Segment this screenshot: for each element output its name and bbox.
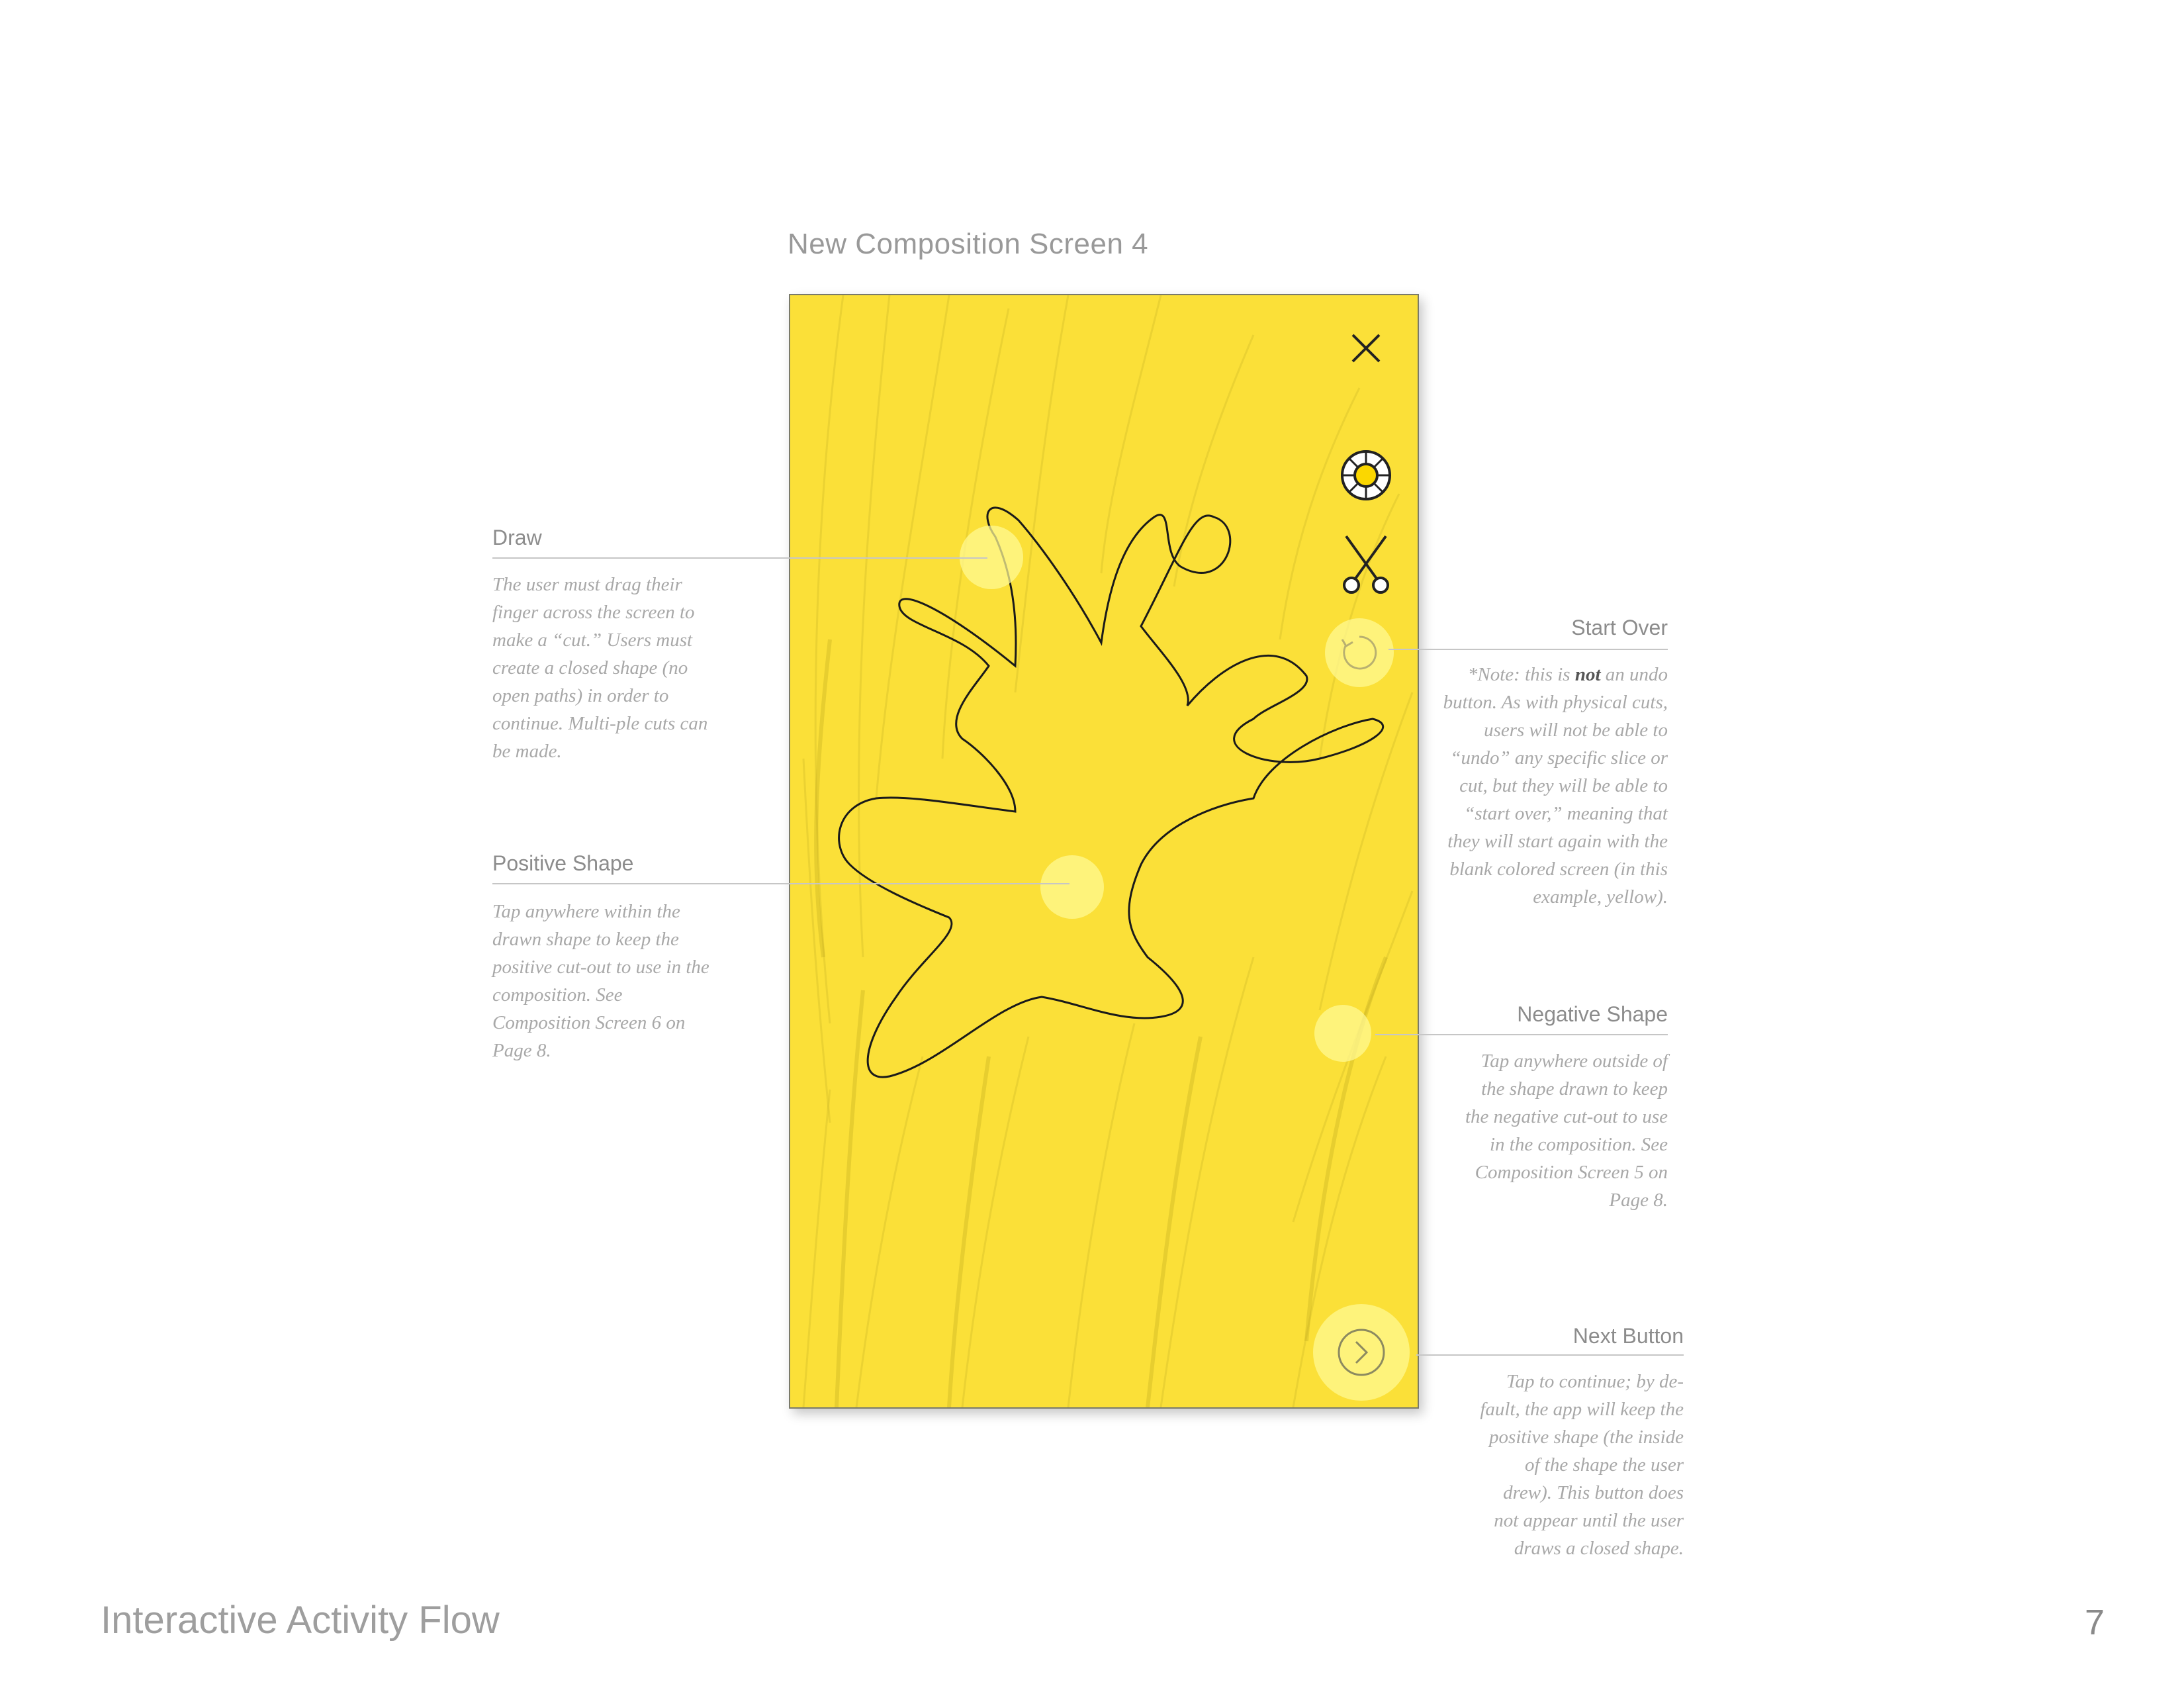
positive-shape-description: Tap anywhere within the drawn shape to k… — [492, 901, 709, 1061]
color-wheel-icon[interactable] — [1338, 447, 1394, 503]
next-button-heading: Next Button — [1572, 1324, 1684, 1348]
screen-title: New Composition Screen 4 — [788, 228, 1149, 260]
start-over-callout-line — [1388, 649, 1668, 650]
next-button-callout-line — [1416, 1354, 1684, 1356]
draw-heading: Draw — [492, 526, 542, 549]
positive-shape-callout-line — [492, 883, 1069, 884]
draw-description: The user must drag their finger across t… — [492, 574, 708, 762]
start-over-heading: Start Over — [1571, 616, 1668, 639]
phone-screen[interactable] — [789, 294, 1419, 1409]
draw-callout-line — [492, 557, 987, 559]
drawn-shape-outline[interactable] — [790, 295, 1418, 1407]
negative-shape-callout-line — [1375, 1034, 1668, 1035]
positive-shape-touch-indicator[interactable] — [1040, 855, 1104, 919]
page-number: 7 — [2084, 1603, 2105, 1642]
next-button[interactable] — [1313, 1304, 1410, 1401]
next-arrow-icon — [1338, 1329, 1385, 1376]
close-icon[interactable] — [1347, 330, 1385, 367]
positive-shape-heading: Positive Shape — [492, 851, 634, 875]
negative-shape-description: Tap anywhere outside of the shape drawn … — [1465, 1051, 1668, 1211]
start-over-button[interactable] — [1325, 618, 1394, 687]
start-over-description: *Note: this is not an undo button. As wi… — [1443, 664, 1668, 908]
start-over-icon — [1341, 635, 1377, 670]
next-button-description: Tap to continue; by de-fault, the app wi… — [1480, 1371, 1684, 1559]
scissors-icon[interactable] — [1337, 532, 1395, 596]
negative-shape-heading: Negative Shape — [1517, 1002, 1668, 1026]
footer-title: Interactive Activity Flow — [101, 1599, 500, 1642]
negative-shape-touch-indicator[interactable] — [1314, 1005, 1371, 1062]
